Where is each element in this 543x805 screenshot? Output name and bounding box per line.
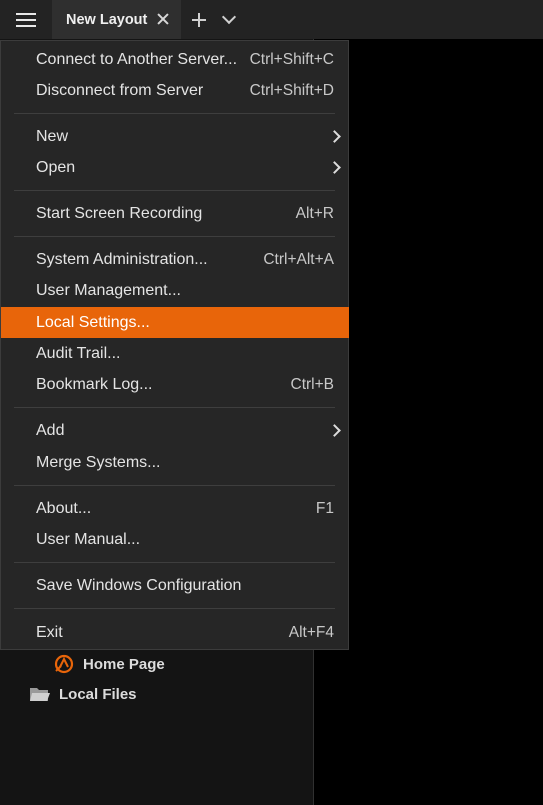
menu-separator — [14, 562, 335, 563]
menu-item-disconnect-server[interactable]: Disconnect from Server Ctrl+Shift+D — [1, 75, 349, 106]
menu-item-audit-trail[interactable]: Audit Trail... — [1, 338, 349, 369]
menu-item-connect-server[interactable]: Connect to Another Server... Ctrl+Shift+… — [1, 44, 349, 75]
menu-item-label: About... — [36, 499, 92, 517]
chevron-right-icon — [328, 424, 341, 437]
menu-item-shortcut: Alt+F4 — [288, 623, 334, 641]
menu-item-label: Start Screen Recording — [36, 204, 203, 222]
menu-item-label: System Administration... — [36, 250, 208, 268]
menu-item-label: User Manual... — [36, 530, 141, 548]
tree-item-label: Home Page — [83, 655, 165, 673]
close-icon[interactable] — [156, 12, 170, 26]
chevron-right-icon — [328, 130, 341, 143]
tab-label: New Layout — [66, 11, 148, 28]
menu-item-open[interactable]: Open — [1, 152, 349, 183]
tree-item-local-files[interactable]: Local Files — [29, 683, 137, 705]
menu-item-save-windows-configuration[interactable]: Save Windows Configuration — [1, 570, 349, 601]
menu-item-user-management[interactable]: User Management... — [1, 275, 349, 306]
tree-item-label: Local Files — [59, 685, 137, 703]
menu-item-label: Add — [36, 421, 65, 439]
menu-item-new[interactable]: New — [1, 121, 349, 152]
menu-item-label: Connect to Another Server... — [36, 50, 238, 68]
menu-item-label: Merge Systems... — [36, 453, 161, 471]
menu-separator — [14, 190, 335, 191]
tree-item-home-page[interactable]: Home Page — [53, 653, 165, 675]
top-bar: New Layout — [0, 0, 543, 39]
menu-item-label: User Management... — [36, 281, 181, 299]
menu-separator — [14, 608, 335, 609]
menu-item-label: Disconnect from Server — [36, 81, 204, 99]
plus-icon — [192, 12, 206, 27]
menu-item-label: New — [36, 127, 69, 145]
menu-item-exit[interactable]: Exit Alt+F4 — [1, 617, 349, 648]
menu-item-label: Save Windows Configuration — [36, 576, 242, 594]
menu-item-label: Exit — [36, 623, 63, 641]
hamburger-icon — [15, 12, 36, 27]
menu-separator — [14, 485, 335, 486]
main-menu-button[interactable] — [0, 0, 51, 39]
menu-item-local-settings[interactable]: Local Settings... — [1, 307, 349, 338]
menu-item-shortcut: Alt+R — [295, 204, 334, 222]
menu-item-shortcut: F1 — [315, 499, 334, 517]
menu-item-user-manual[interactable]: User Manual... — [1, 524, 349, 555]
chevron-right-icon — [328, 161, 341, 174]
tab-new-layout[interactable]: New Layout — [52, 0, 181, 39]
menu-item-shortcut: Ctrl+Shift+D — [249, 81, 334, 99]
main-menu: Connect to Another Server... Ctrl+Shift+… — [0, 40, 349, 650]
menu-item-shortcut: Ctrl+Alt+A — [263, 250, 334, 268]
menu-item-label: Bookmark Log... — [36, 375, 153, 393]
home-page-icon — [54, 654, 74, 674]
menu-item-label: Local Settings... — [36, 313, 150, 331]
folder-icon — [30, 688, 50, 701]
tabs-dropdown-button[interactable] — [215, 0, 243, 39]
menu-item-about[interactable]: About... F1 — [1, 493, 349, 524]
chevron-down-icon — [221, 9, 237, 25]
menu-item-shortcut: Ctrl+Shift+C — [249, 50, 334, 68]
menu-item-label: Audit Trail... — [36, 344, 121, 362]
menu-separator — [14, 407, 335, 408]
new-tab-button[interactable] — [185, 0, 213, 39]
menu-separator — [14, 113, 335, 114]
menu-item-merge-systems[interactable]: Merge Systems... — [1, 447, 349, 478]
menu-item-start-screen-recording[interactable]: Start Screen Recording Alt+R — [1, 198, 349, 229]
menu-item-bookmark-log[interactable]: Bookmark Log... Ctrl+B — [1, 369, 349, 400]
menu-separator — [14, 236, 335, 237]
menu-item-label: Open — [36, 158, 76, 176]
menu-item-add[interactable]: Add — [1, 415, 349, 446]
menu-item-shortcut: Ctrl+B — [290, 375, 335, 393]
menu-item-system-administration[interactable]: System Administration... Ctrl+Alt+A — [1, 244, 349, 275]
